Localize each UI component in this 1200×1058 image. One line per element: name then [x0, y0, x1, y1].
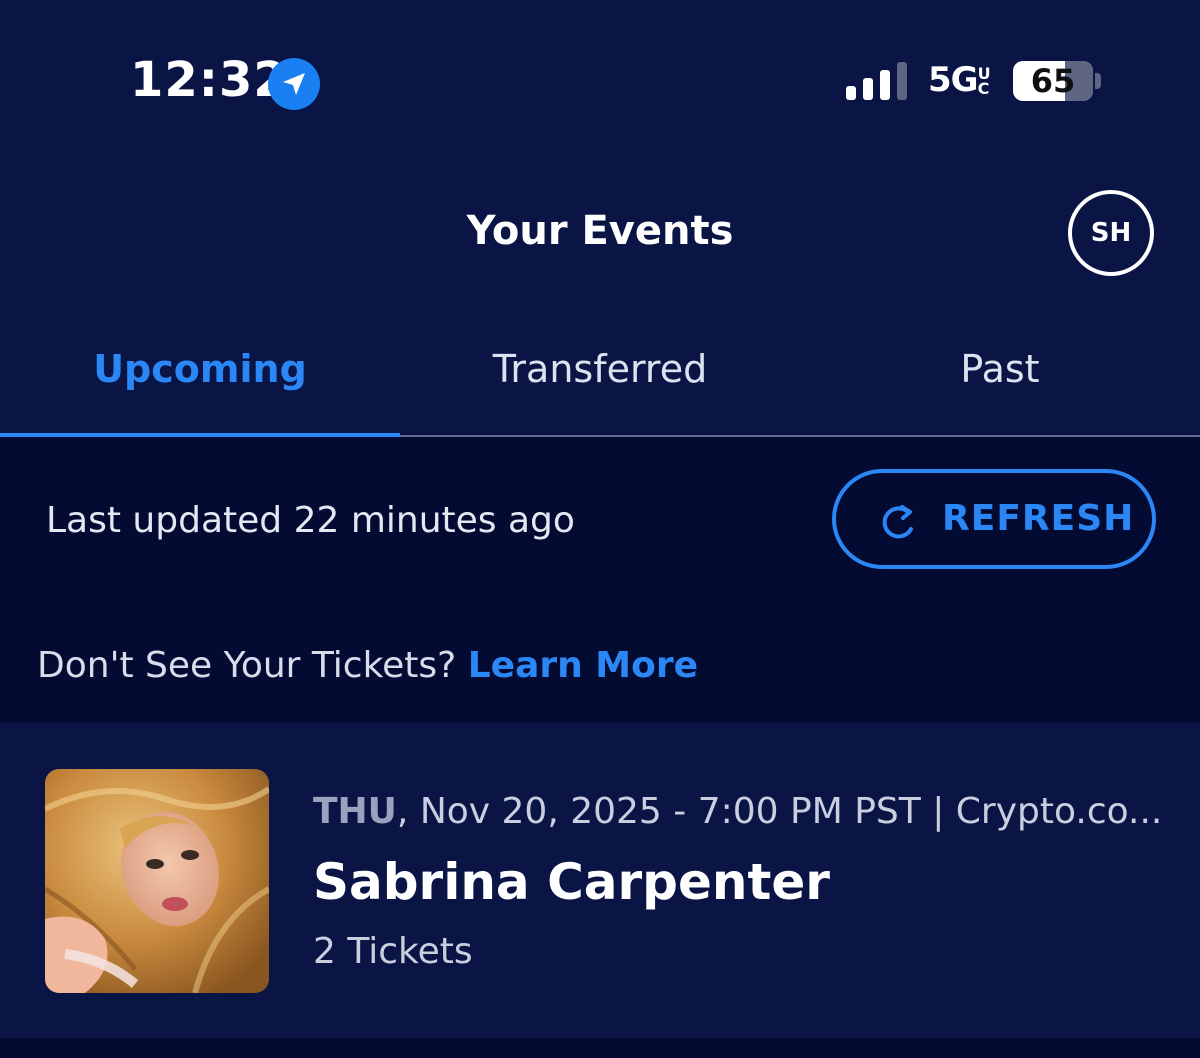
tab-upcoming[interactable]: Upcoming: [0, 330, 400, 434]
event-card[interactable]: THU, Nov 20, 2025 - 7:00 PM PST | Crypto…: [0, 723, 1200, 1038]
event-datetime-venue: THU, Nov 20, 2025 - 7:00 PM PST | Crypto…: [313, 791, 1163, 832]
events-tab-bar: Upcoming Transferred Past: [0, 330, 1200, 438]
battery-tip: [1095, 73, 1101, 89]
refresh-button[interactable]: REFRESH: [832, 469, 1156, 569]
event-title: Sabrina Carpenter: [313, 853, 830, 911]
tab-past[interactable]: Past: [800, 330, 1200, 434]
missing-tickets-help: Don't See Your Tickets? Learn More: [37, 645, 698, 686]
cellular-signal-icon: [846, 62, 907, 100]
help-prompt: Don't See Your Tickets?: [37, 645, 457, 686]
refresh-icon: [882, 505, 913, 539]
network-suffix: UC: [977, 64, 991, 98]
event-day: THU: [313, 791, 397, 832]
list-separator: [0, 1038, 1200, 1058]
tab-transferred[interactable]: Transferred: [400, 330, 800, 434]
event-artist-image: [45, 769, 269, 993]
event-details: Nov 20, 2025 - 7:00 PM PST | Crypto.co..…: [419, 791, 1163, 832]
refresh-label: REFRESH: [942, 498, 1135, 539]
learn-more-link[interactable]: Learn More: [468, 645, 698, 686]
network-type-label: 5GUC: [928, 60, 994, 100]
profile-avatar-button[interactable]: SH: [1068, 190, 1154, 276]
last-updated-text: Last updated 22 minutes ago: [46, 500, 575, 541]
page-title: Your Events: [466, 208, 734, 254]
battery-icon: 65: [1013, 61, 1093, 101]
events-screen: 12:32 5GUC 65 Your Events SH Upcoming Tr…: [0, 0, 1200, 1058]
status-bar: 12:32 5GUC 65: [0, 0, 1200, 150]
sync-info-section: Last updated 22 minutes ago REFRESH Don'…: [0, 437, 1200, 723]
event-ticket-count: 2 Tickets: [313, 931, 473, 972]
location-arrow-icon: [268, 58, 320, 110]
status-time: 12:32: [130, 52, 288, 108]
battery-level: 65: [1030, 62, 1076, 100]
